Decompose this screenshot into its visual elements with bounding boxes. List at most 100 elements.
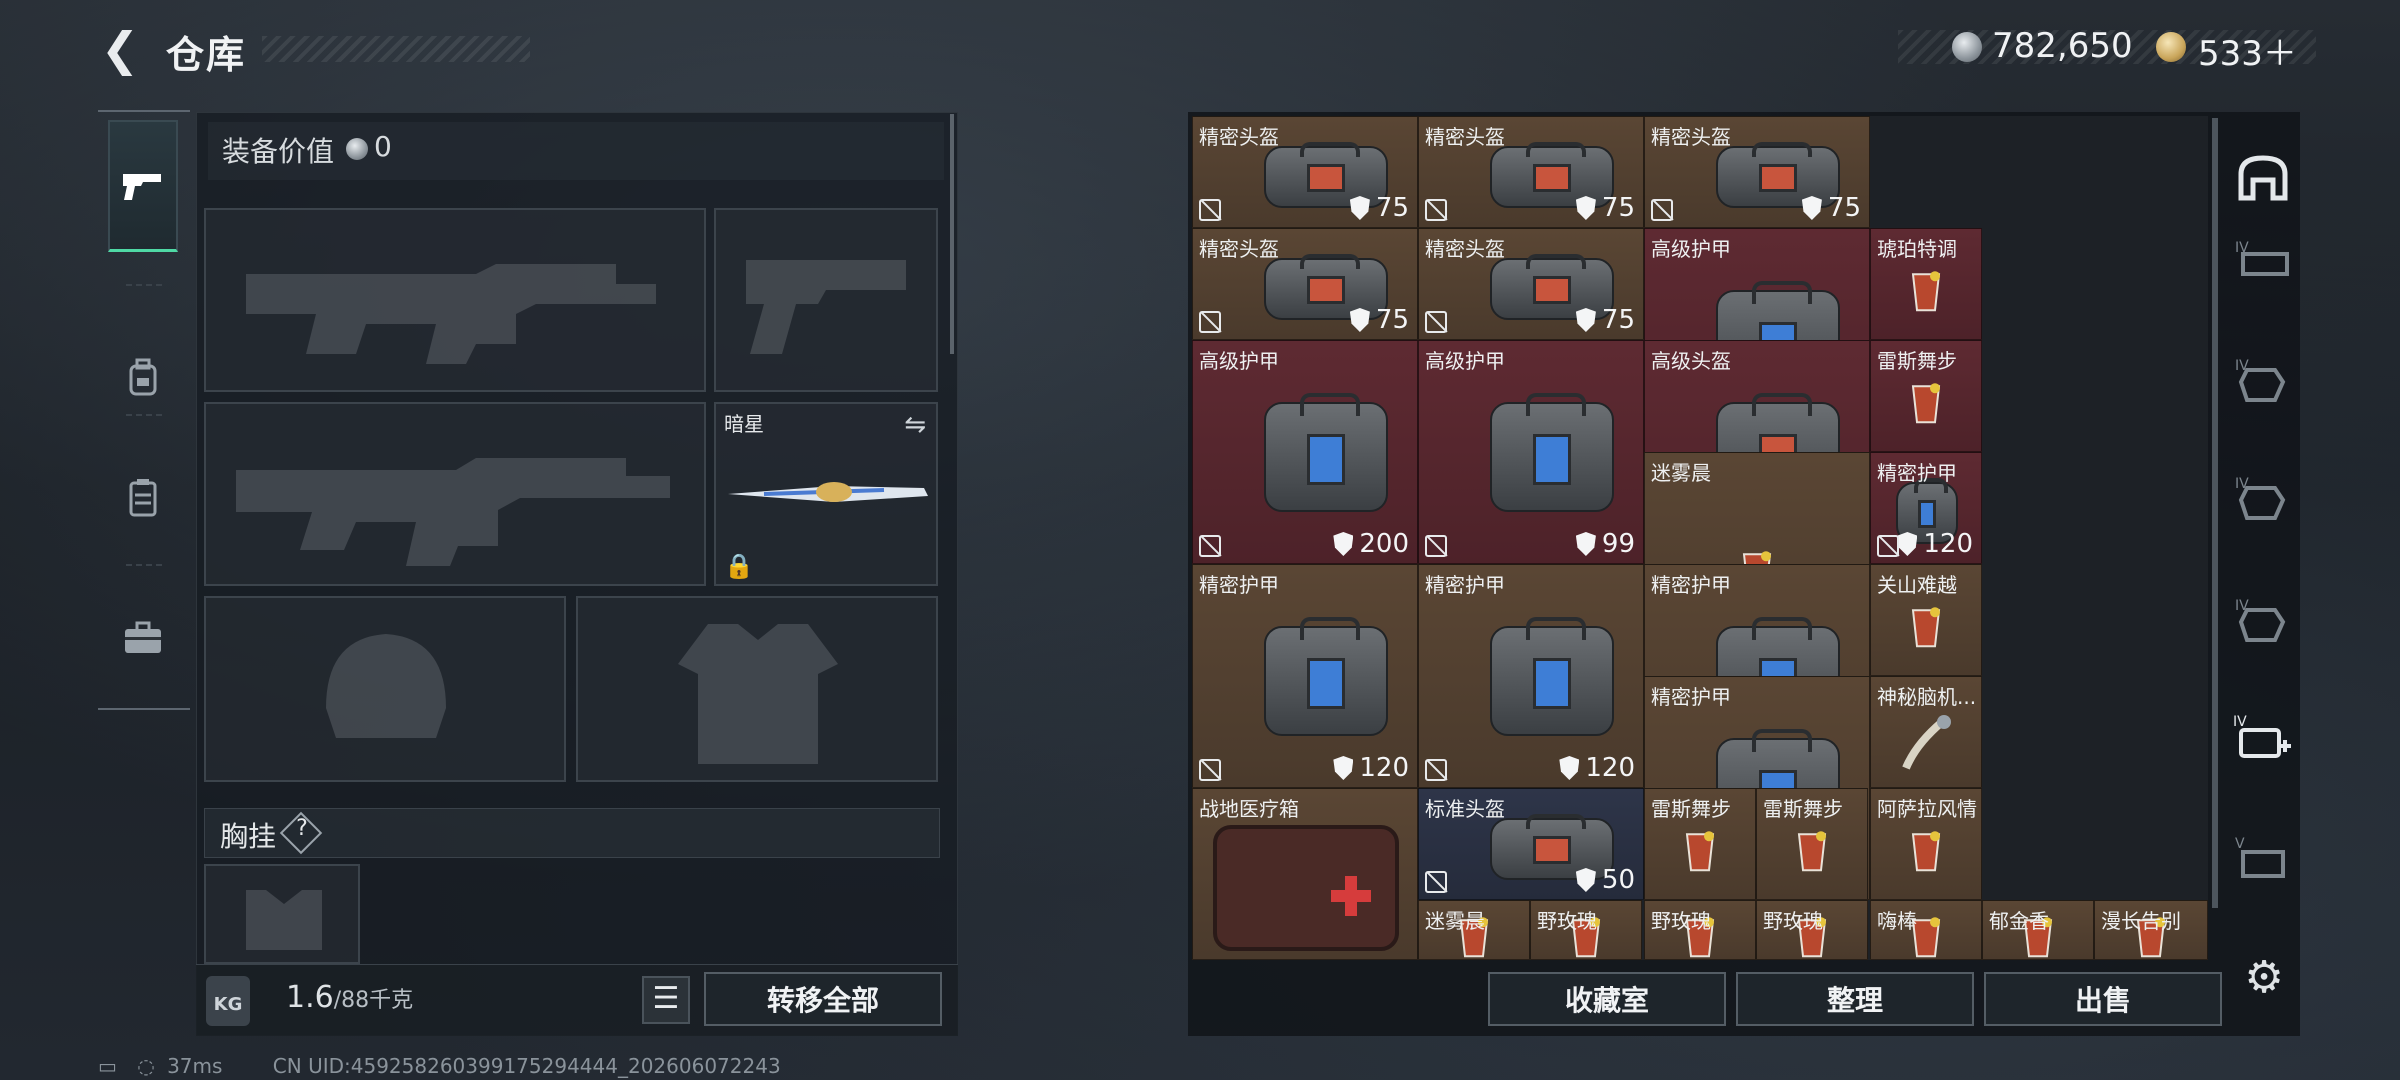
- item-name: 雷斯舞步: [1651, 797, 1731, 821]
- item-cell[interactable]: 漫长告别: [2094, 900, 2208, 960]
- add-slot-icon[interactable]: IV: [2230, 710, 2296, 766]
- item-cell[interactable]: 精密护甲 120: [1870, 452, 1982, 564]
- vault-icon[interactable]: [2230, 150, 2296, 206]
- item-name: 高级护甲: [1425, 349, 1505, 373]
- transfer-all-button[interactable]: 转移全部: [704, 972, 942, 1026]
- list-view-button[interactable]: ☰: [642, 976, 690, 1024]
- collection-room-button[interactable]: 收藏室: [1488, 972, 1726, 1026]
- item-cell[interactable]: 迷雾晨: [1418, 900, 1530, 960]
- item-name: 战地医疗箱: [1199, 797, 1299, 821]
- item-cell[interactable]: 精密头盔 75: [1418, 228, 1644, 340]
- help-text: ?: [296, 816, 308, 841]
- backpack-icon: [129, 358, 157, 396]
- gold-amount[interactable]: 533＋: [2198, 26, 2297, 75]
- item-name: 阿萨拉风情: [1877, 797, 1977, 821]
- item-name: 琥珀特调: [1877, 237, 1957, 261]
- item-name: 精密头盔: [1199, 237, 1279, 261]
- weight-capacity: /88千克: [333, 988, 414, 1013]
- helmet-slot[interactable]: [204, 596, 566, 782]
- item-name: 郁金香: [1989, 909, 2049, 933]
- slot-icon[interactable]: V: [2230, 830, 2296, 886]
- item-cell[interactable]: 野玫瑰: [1756, 900, 1868, 960]
- item-cell[interactable]: 琥珀特调: [1870, 228, 1982, 340]
- no-insure-icon: [1425, 535, 1447, 557]
- tab-briefcase[interactable]: [108, 572, 178, 704]
- no-insure-icon: [1425, 759, 1447, 781]
- secondary-weapon-slot[interactable]: [204, 402, 706, 586]
- silver-coin-icon: [1952, 32, 1982, 66]
- item-name: 精密头盔: [1199, 125, 1279, 149]
- item-cell[interactable]: 野玫瑰: [1530, 900, 1642, 960]
- drink-image: [1911, 383, 1941, 424]
- swap-icon[interactable]: ⇋: [904, 410, 926, 440]
- sell-button[interactable]: 出售: [1984, 972, 2222, 1026]
- pistol-slot[interactable]: [714, 208, 938, 392]
- shield-icon: [1349, 196, 1370, 220]
- drink-image: [1685, 831, 1715, 872]
- no-insure-icon: [1425, 311, 1447, 333]
- tab-vest[interactable]: [108, 432, 178, 564]
- armor-slot-icon[interactable]: IV: [2230, 592, 2296, 648]
- organize-button[interactable]: 整理: [1736, 972, 1974, 1026]
- item-cell[interactable]: 阿萨拉风情: [1870, 788, 1982, 900]
- item-cell[interactable]: 精密护甲 120: [1418, 564, 1644, 788]
- tab-backpack[interactable]: [108, 312, 178, 444]
- item-name: 精密护甲: [1651, 573, 1731, 597]
- item-cell[interactable]: 雷斯舞步: [1870, 340, 1982, 452]
- item-name: 野玫瑰: [1763, 909, 1823, 933]
- durability-value: 99: [1601, 529, 1635, 559]
- item-cell[interactable]: 精密头盔 75: [1418, 116, 1644, 228]
- vehicle-icon[interactable]: IV: [2230, 232, 2296, 288]
- armor-slot-icon[interactable]: IV: [2230, 352, 2296, 408]
- wifi-icon: ◌: [137, 1054, 155, 1078]
- back-arrow-icon[interactable]: ❮: [96, 22, 144, 76]
- item-cell[interactable]: 精密头盔 75: [1644, 116, 1870, 228]
- shield-icon: [1575, 868, 1596, 892]
- durability-readout: 75: [1575, 305, 1635, 335]
- page-title: 仓库: [166, 33, 247, 77]
- durability-readout: 75: [1349, 193, 1409, 223]
- item-cell[interactable]: 嗨棒: [1870, 900, 1982, 960]
- item-cell[interactable]: 高级护甲 200: [1192, 340, 1418, 564]
- no-insure-icon: [1199, 311, 1221, 333]
- device-image: [1902, 715, 1951, 770]
- primary-weapon-slot[interactable]: [204, 208, 706, 392]
- item-cell[interactable]: 精密护甲 120: [1192, 564, 1418, 788]
- shield-icon: [1333, 532, 1354, 556]
- durability-value: 120: [1359, 753, 1409, 783]
- gear-bag-image: [1263, 393, 1389, 512]
- item-cell[interactable]: 关山难越: [1870, 564, 1982, 676]
- item-cell[interactable]: 雷斯舞步: [1644, 788, 1756, 900]
- item-cell[interactable]: 神秘脑机...: [1870, 676, 1982, 788]
- item-cell[interactable]: 雷斯舞步: [1756, 788, 1868, 900]
- item-cell[interactable]: 野玫瑰: [1644, 900, 1756, 960]
- weight-value: 1.6: [286, 980, 334, 1015]
- item-cell[interactable]: 高级护甲 99: [1418, 340, 1644, 564]
- tab-weapons[interactable]: [108, 120, 178, 252]
- melee-slot[interactable]: 暗星 ⇋ 🔒: [714, 402, 938, 586]
- item-name: 精密护甲: [1877, 461, 1957, 485]
- armor-slot[interactable]: [576, 596, 938, 782]
- item-name: 精密头盔: [1651, 125, 1731, 149]
- item-name: 雷斯舞步: [1763, 797, 1843, 821]
- status-bar: ▭ ◌ 37ms CN UID:459258260399175294444_20…: [98, 1054, 781, 1078]
- item-cell[interactable]: 战地医疗箱: [1192, 788, 1418, 960]
- gear-icon[interactable]: ⚙: [2236, 950, 2292, 1006]
- item-cell[interactable]: 标准头盔 50: [1418, 788, 1644, 900]
- tab-divider: [126, 414, 162, 416]
- chest-rig-slot[interactable]: [204, 864, 360, 964]
- item-grid-scrollbar[interactable]: [2212, 118, 2218, 908]
- melee-name: 暗星: [724, 412, 764, 436]
- vest-icon: [129, 479, 157, 517]
- durability-readout: 120: [1897, 529, 1973, 559]
- item-cell[interactable]: 精密头盔 75: [1192, 116, 1418, 228]
- tab-divider: [126, 564, 162, 566]
- item-cell[interactable]: 郁金香: [1982, 900, 2094, 960]
- equipment-scrollbar[interactable]: [950, 114, 954, 354]
- durability-value: 75: [1827, 193, 1861, 223]
- tab-divider: [126, 284, 162, 286]
- item-cell[interactable]: 精密头盔 75: [1192, 228, 1418, 340]
- title-stripe: [262, 36, 530, 62]
- no-insure-icon: [1877, 535, 1899, 557]
- armor-slot-icon[interactable]: IV: [2230, 470, 2296, 526]
